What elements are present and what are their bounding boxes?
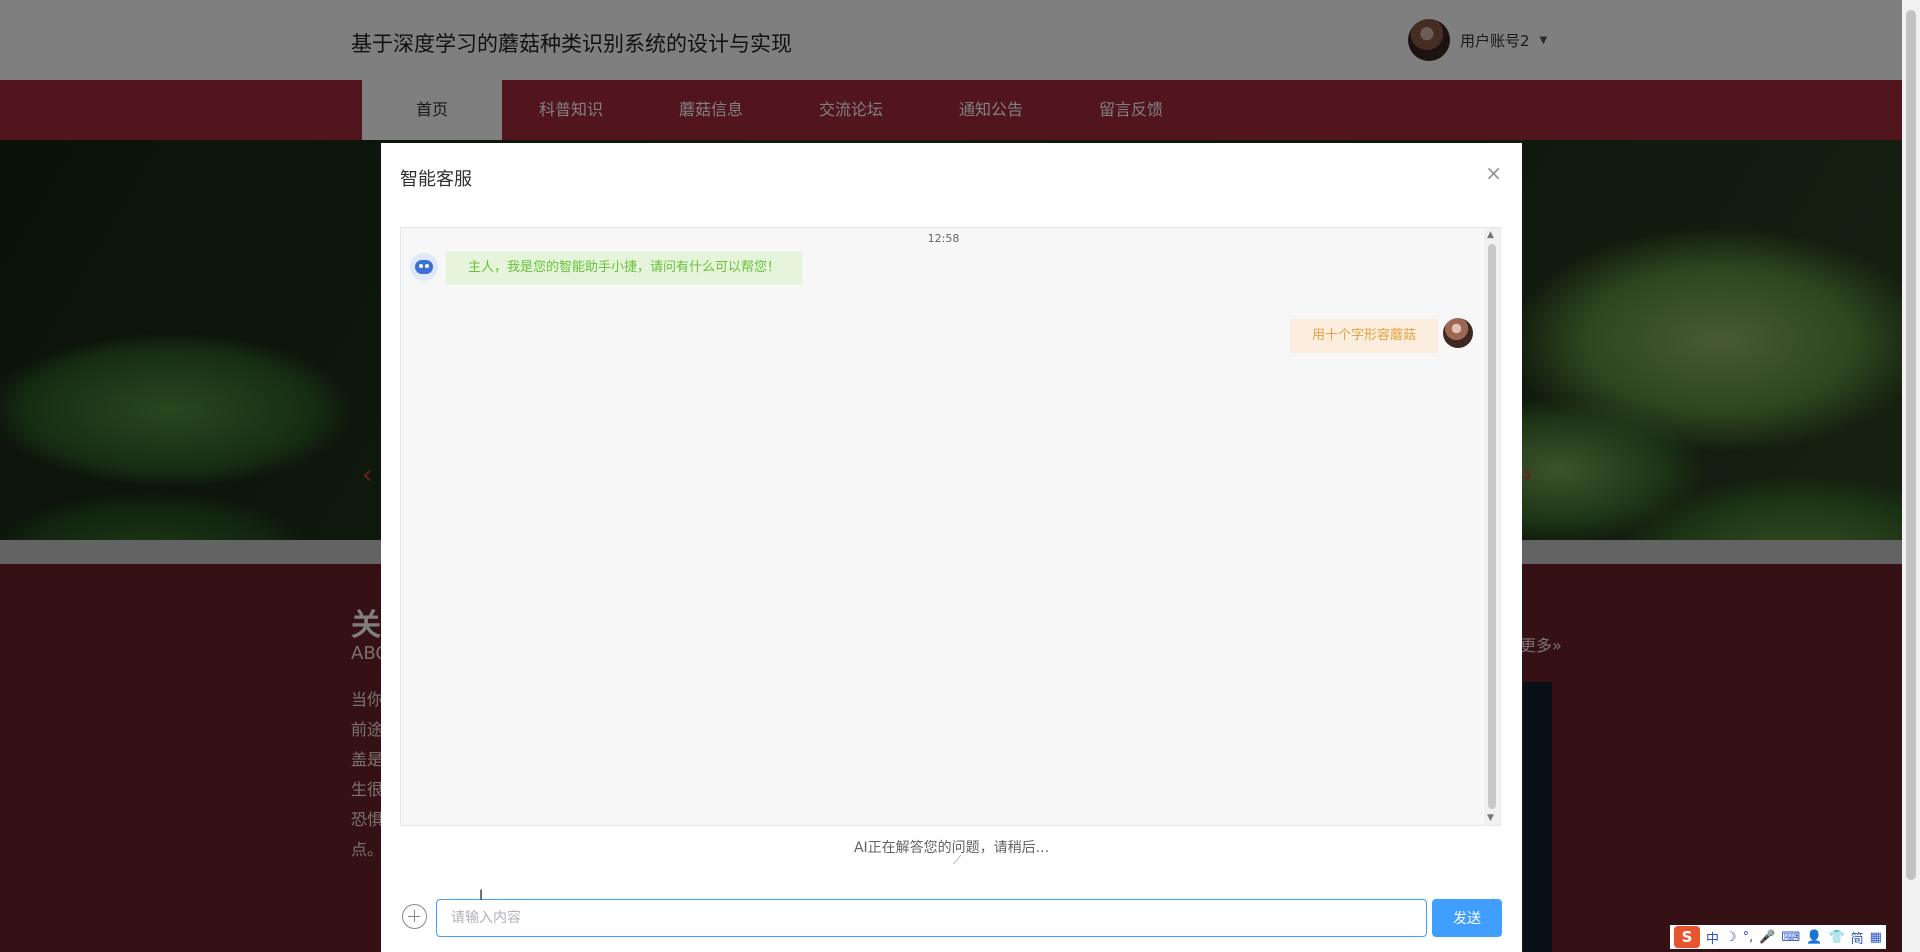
- skin-icon[interactable]: 👕: [1828, 930, 1844, 945]
- chat-scrollbar-thumb[interactable]: [1488, 244, 1496, 809]
- ime-tray: S 中 ☽ °, 🎤 ⌨ 👤 👕 简 ▦: [1670, 925, 1886, 949]
- ai-status-text: AI正在解答您的问题，请稍后...: [853, 840, 1050, 856]
- keyboard-icon[interactable]: ⌨: [1782, 930, 1801, 945]
- chat-input[interactable]: [436, 899, 1427, 937]
- close-icon[interactable]: ×: [1485, 161, 1502, 185]
- dialog-title: 智能客服: [400, 169, 472, 190]
- user-message-bubble: 用十个字形容蘑菇: [1289, 319, 1438, 353]
- loading-spinner-icon: ⟋: [953, 853, 962, 867]
- moon-icon[interactable]: ☽: [1725, 930, 1737, 945]
- page-scrollbar-thumb[interactable]: [1906, 10, 1916, 880]
- chat-scrollbar[interactable]: ▲ ▼: [1484, 228, 1500, 825]
- scroll-up-icon[interactable]: ▲: [1487, 230, 1494, 240]
- punctuation-icon[interactable]: °,: [1743, 930, 1754, 945]
- message-timestamp: 12:58: [927, 232, 960, 245]
- robot-icon: [410, 253, 438, 281]
- add-attachment-icon[interactable]: [402, 904, 427, 929]
- ime-chinese-mode[interactable]: 中: [1706, 928, 1719, 947]
- user-message-avatar: [1443, 318, 1473, 348]
- grid-menu-icon[interactable]: ▦: [1870, 930, 1882, 945]
- send-button[interactable]: 发送: [1432, 899, 1502, 937]
- bot-message-bubble: 主人，我是您的智能助手小捷，请问有什么可以帮您！: [446, 251, 803, 285]
- chat-input-row: 发送: [381, 895, 1522, 937]
- chat-dialog: 智能客服 × 12:58 主人，我是您的智能助手小捷，请问有什么可以帮您！ 用十…: [381, 143, 1522, 952]
- user-icon[interactable]: 👤: [1806, 930, 1822, 945]
- text-cursor-icon: I: [479, 888, 484, 904]
- ime-simplified-mode[interactable]: 简: [1851, 928, 1864, 947]
- scroll-down-icon[interactable]: ▼: [1487, 813, 1494, 823]
- page-scrollbar[interactable]: [1902, 0, 1920, 952]
- microphone-icon[interactable]: 🎤: [1759, 930, 1775, 945]
- sogou-ime-icon[interactable]: S: [1674, 926, 1700, 948]
- chat-messages-panel[interactable]: 12:58 主人，我是您的智能助手小捷，请问有什么可以帮您！ 用十个字形容蘑菇 …: [400, 227, 1501, 826]
